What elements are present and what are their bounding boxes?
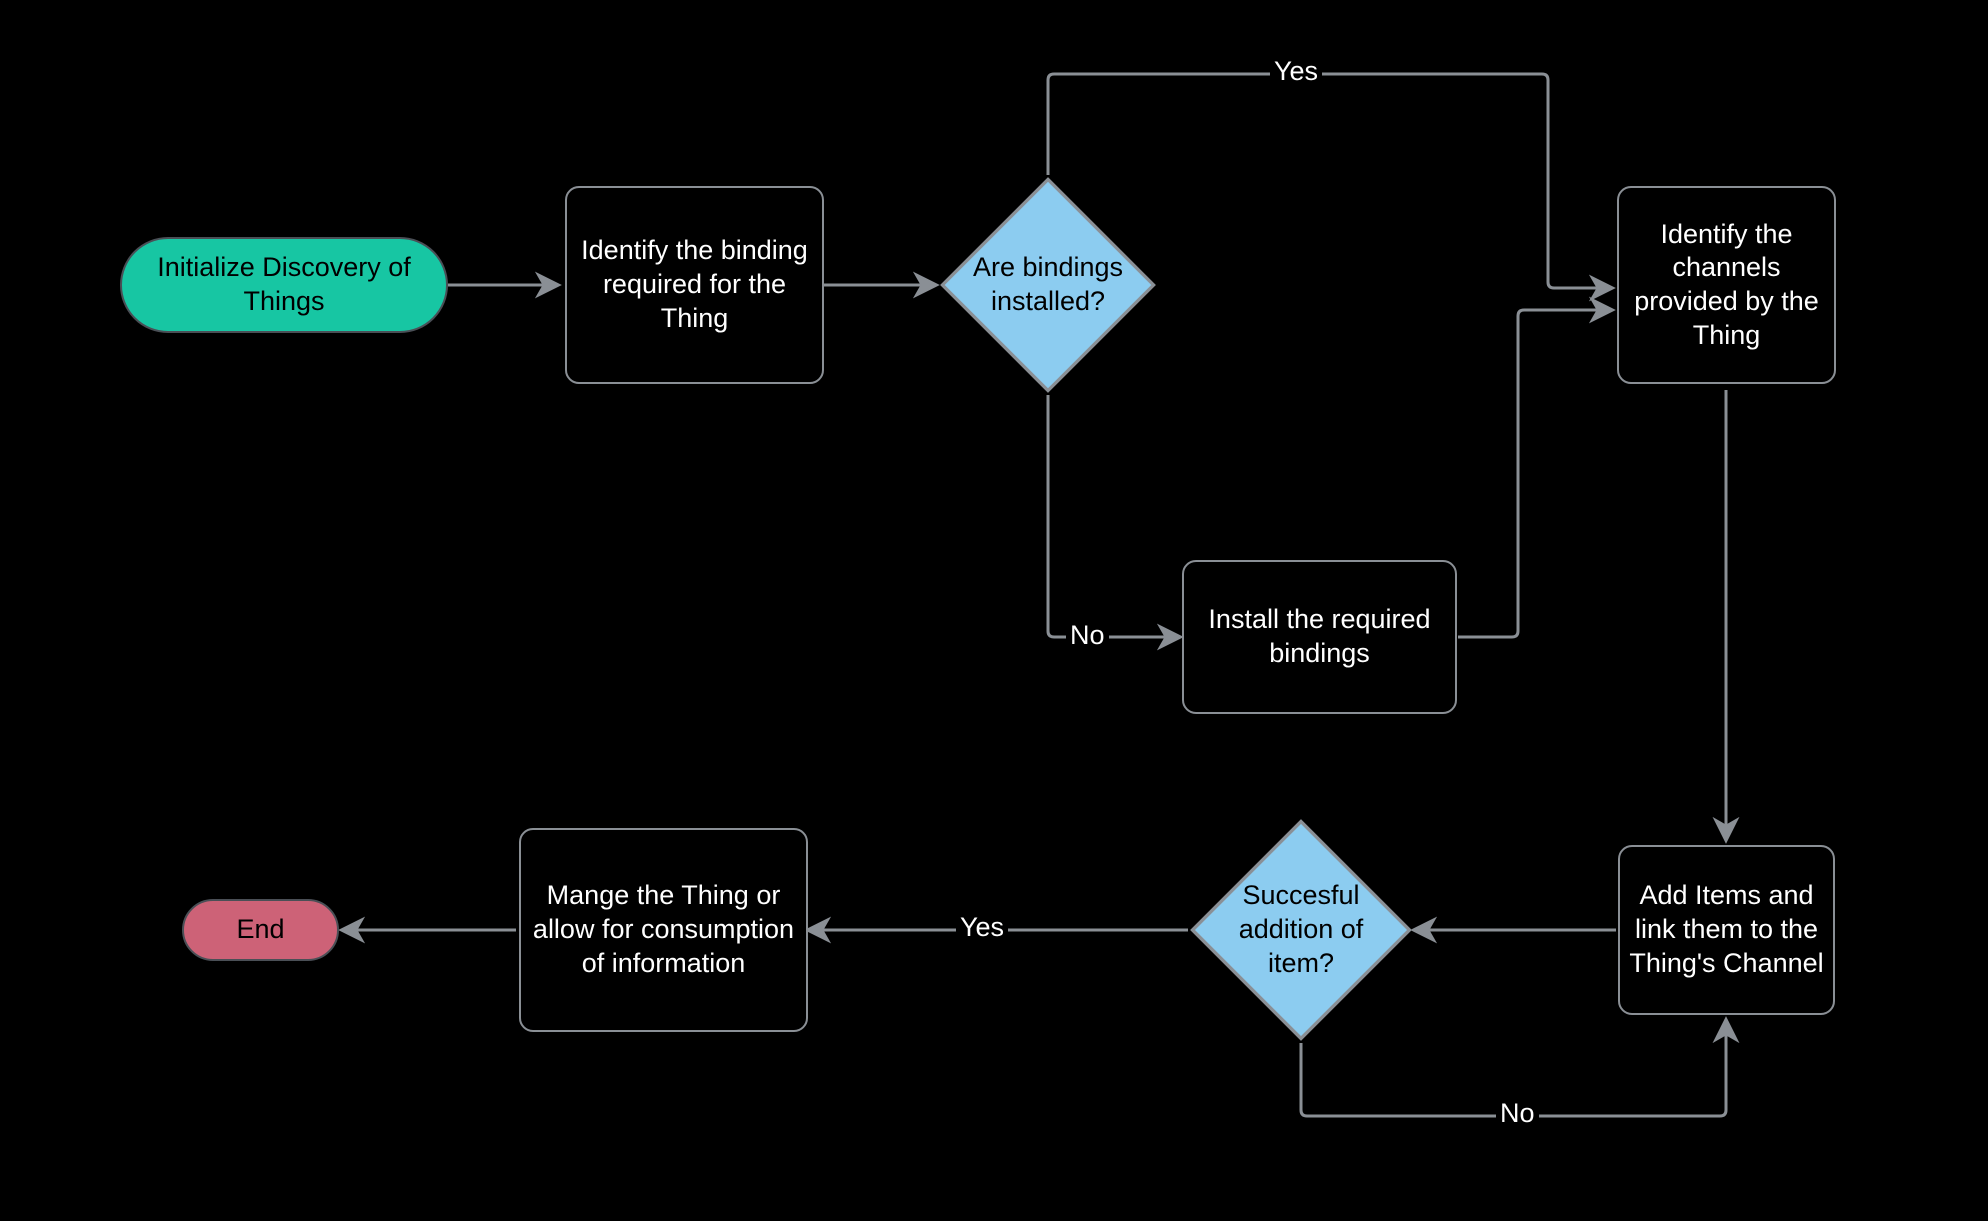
node-install-bindings: Install the required bindings — [1182, 560, 1457, 714]
flowchart-canvas: Initialize Discovery of Things Identify … — [0, 0, 1988, 1221]
label: Identify the channels provided by the Th… — [1625, 218, 1828, 353]
node-manage: Mange the Thing or allow for consumption… — [519, 828, 808, 1032]
node-identify-binding: Identify the binding required for the Th… — [565, 186, 824, 384]
label: Are bindings installed? — [965, 251, 1131, 319]
node-start: Initialize Discovery of Things — [120, 237, 448, 333]
node-end: End — [182, 899, 339, 961]
label: Identify the binding required for the Th… — [573, 234, 816, 335]
node-decision-success: Succesful addition of item? — [1188, 817, 1414, 1043]
node-identify-channels: Identify the channels provided by the Th… — [1617, 186, 1836, 384]
edge-label-yes-top: Yes — [1270, 56, 1322, 87]
label: Mange the Thing or allow for consumption… — [527, 879, 800, 980]
node-decision-installed: Are bindings installed? — [938, 175, 1158, 395]
edge-install-to-channels — [1458, 310, 1612, 637]
edge-label-no-bottom: No — [1496, 1098, 1539, 1129]
edge-label-yes-mid: Yes — [956, 912, 1008, 943]
edge-label-no-left: No — [1066, 620, 1109, 651]
node-add-items: Add Items and link them to the Thing's C… — [1618, 845, 1835, 1015]
label: Install the required bindings — [1190, 603, 1449, 671]
label: Succesful addition of item? — [1215, 879, 1386, 980]
label: End — [236, 913, 284, 947]
label: Initialize Discovery of Things — [128, 251, 440, 319]
label: Add Items and link them to the Thing's C… — [1626, 879, 1827, 980]
edge-decision-no-to-install — [1048, 395, 1180, 637]
